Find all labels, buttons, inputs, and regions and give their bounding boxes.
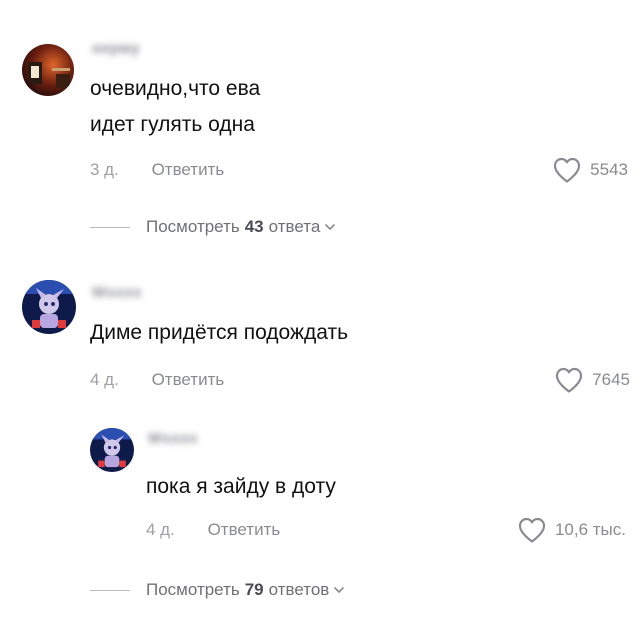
user-avatar[interactable] xyxy=(22,44,74,96)
view-replies-count: 43 xyxy=(244,217,264,236)
like-count: 10,6 тыс. xyxy=(554,520,626,539)
view-replies-button[interactable]: Посмотреть 43 ответа xyxy=(90,217,336,237)
comment-time: 4 д. xyxy=(90,370,119,389)
view-replies-label: Посмотреть xyxy=(146,217,240,236)
divider-line xyxy=(90,226,130,228)
comment-meta: 4 д. Ответить xyxy=(146,520,280,540)
like-button[interactable]: 10,6 тыс. xyxy=(517,516,626,544)
user-avatar-photo-icon xyxy=(22,44,74,96)
chevron-down-icon xyxy=(325,224,336,230)
view-replies-label: Посмотреть xyxy=(146,580,240,599)
comment-text-line: идет гулять одна xyxy=(90,113,255,136)
username[interactable]: нерму xyxy=(92,40,140,57)
view-replies-suffix: ответа xyxy=(268,217,321,236)
like-button[interactable]: 5543 xyxy=(552,156,628,184)
view-replies-suffix: ответов xyxy=(268,580,330,599)
view-replies-count: 79 xyxy=(244,580,264,599)
divider-line xyxy=(90,589,130,591)
reply-button[interactable]: Ответить xyxy=(152,160,225,179)
reply-comment: Wsxxx пока я зайду в доту 4 д. Ответить … xyxy=(0,420,640,560)
heart-icon xyxy=(556,367,583,393)
heart-icon xyxy=(518,517,546,543)
chevron-down-icon xyxy=(334,587,345,593)
comment-text-line: пока я зайду в доту xyxy=(146,475,336,498)
reply-button[interactable]: Ответить xyxy=(208,520,281,539)
username[interactable]: Wsxxx xyxy=(148,430,198,447)
view-replies-button[interactable]: Посмотреть 79 ответов xyxy=(90,580,345,600)
username[interactable]: Wsxxx xyxy=(92,284,142,301)
reply-button[interactable]: Ответить xyxy=(152,370,225,389)
comment: Wsxxx Диме придётся подождать 4 д. Ответ… xyxy=(0,260,640,400)
user-avatar[interactable] xyxy=(90,428,134,472)
user-avatar-cartoon-icon xyxy=(90,428,134,472)
like-button[interactable]: 7645 xyxy=(554,366,630,394)
comment-text-line: Диме придётся подождать xyxy=(90,321,349,344)
comment-meta: 4 д. Ответить xyxy=(90,370,224,390)
comment: нерму очевидно,что ева идет гулять одна … xyxy=(0,0,640,250)
comment-time: 4 д. xyxy=(146,520,175,539)
comment-meta: 3 д. Ответить xyxy=(90,160,224,180)
comment-text-line: очевидно,что ева xyxy=(90,77,261,100)
like-count: 5543 xyxy=(590,160,628,179)
user-avatar-cartoon-icon xyxy=(22,280,76,334)
like-count: 7645 xyxy=(592,370,630,389)
heart-icon xyxy=(554,157,581,183)
user-avatar[interactable] xyxy=(22,280,76,334)
comment-time: 3 д. xyxy=(90,160,119,179)
